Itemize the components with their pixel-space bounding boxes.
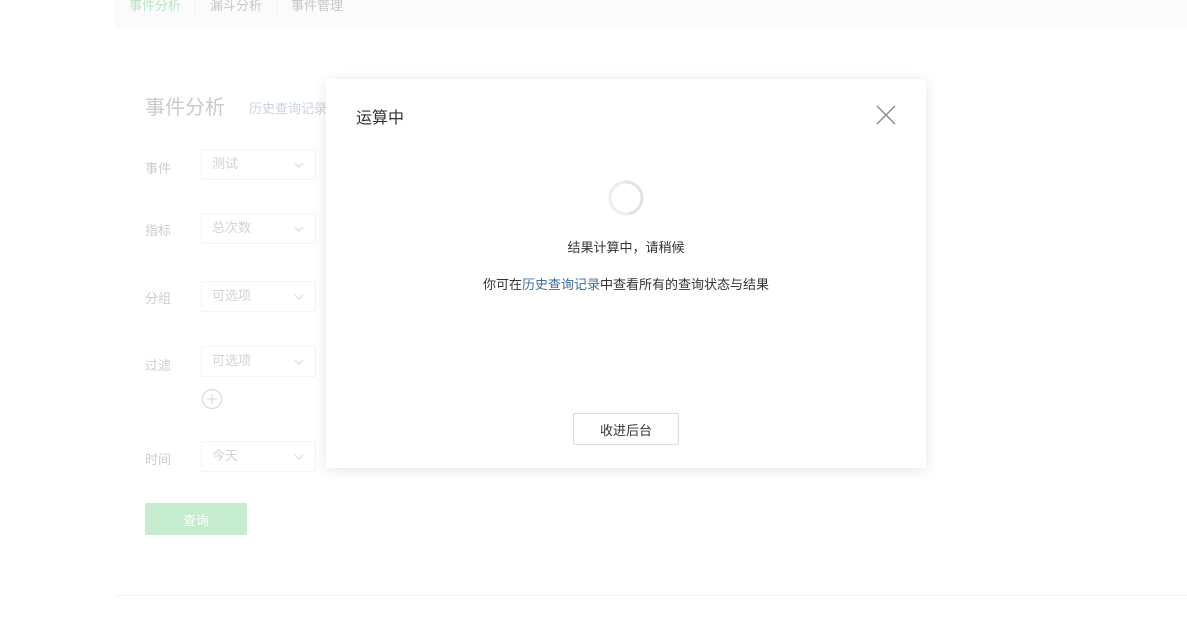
hint-suffix: 中查看所有的查询状态与结果 bbox=[600, 278, 770, 293]
history-query-record-link[interactable]: 历史查询记录 bbox=[522, 278, 600, 293]
loading-spinner-icon bbox=[608, 180, 644, 216]
computing-dialog: 运算中 结果计算中，请稍候 你可在历史查询记录中查看所有的查询状态与结果 收进后… bbox=[326, 79, 926, 468]
dialog-title: 运算中 bbox=[356, 108, 405, 127]
hint-prefix: 你可在 bbox=[482, 278, 522, 293]
computing-message: 结果计算中，请稍候 bbox=[567, 241, 685, 256]
history-hint: 你可在历史查询记录中查看所有的查询状态与结果 bbox=[326, 274, 926, 293]
close-icon[interactable] bbox=[874, 103, 898, 127]
run-in-background-button[interactable]: 收进后台 bbox=[573, 413, 679, 445]
